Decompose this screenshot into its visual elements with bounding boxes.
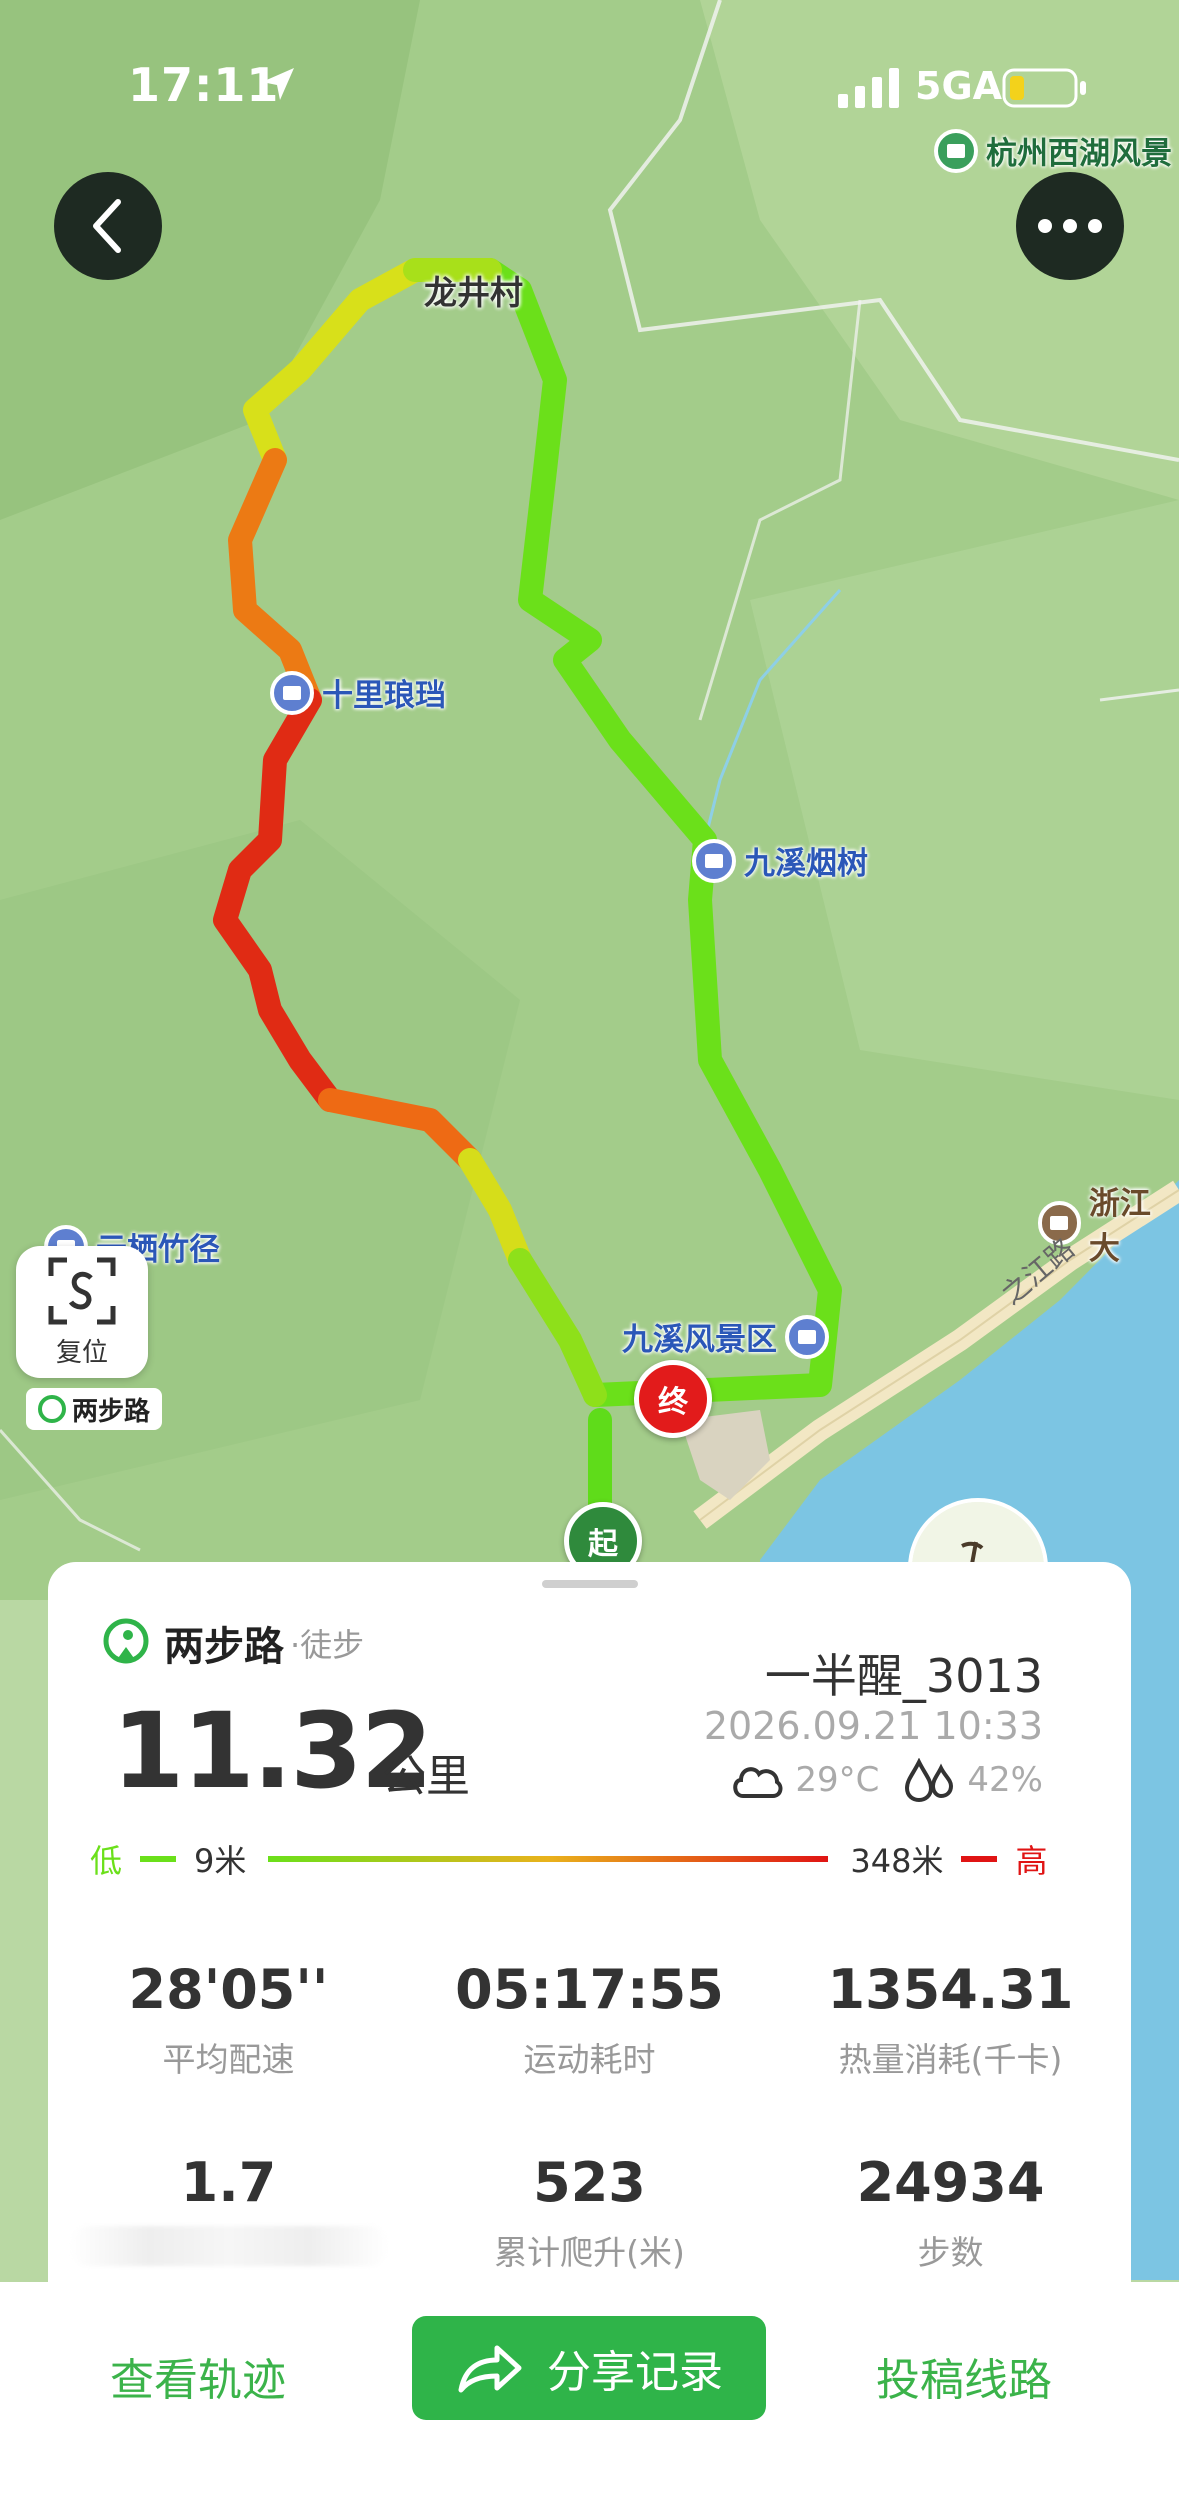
view-track-button[interactable]: 查看轨迹 [110, 2344, 286, 2408]
more-button[interactable] [1016, 172, 1124, 280]
poi-label: 浙江大 [1088, 1186, 1151, 1267]
stat-duration: 05:17:55 运动耗时 [409, 1958, 770, 2081]
share-record-button[interactable]: 分享记录 [412, 2316, 766, 2420]
poi-label: 杭州西湖风景 [986, 136, 1172, 172]
stat-label: 热量消耗(千卡) [838, 2040, 1063, 2079]
share-arrow-icon [458, 2345, 522, 2393]
elevation-gradient-bar [268, 1856, 829, 1862]
stat-label: 平均配速 [162, 2040, 295, 2079]
stats-row: 28'05'' 平均配速 05:17:55 运动耗时 1354.31 热量消耗(千卡) [48, 1958, 1131, 2081]
username: 一半醒_3013 [764, 1649, 1043, 1703]
stat-value: 24934 [856, 2151, 1045, 2214]
battery-icon [1002, 68, 1086, 108]
elevation-low-label: 低 [90, 1842, 123, 1880]
stat-blurred: 1.7 [48, 2151, 409, 2274]
stats-row: 1.7 523 累计爬升(米) 24934 步数 [48, 2151, 1131, 2274]
stat-avg-pace: 28'05'' 平均配速 [48, 1958, 409, 2081]
poi-label: 九溪风景区 [622, 1322, 777, 1358]
stat-label-blurred [68, 2226, 389, 2266]
stat-value: 05:17:55 [455, 1958, 724, 2021]
scenic-pin-icon [692, 838, 736, 883]
stat-steps: 24934 步数 [770, 2151, 1131, 2274]
elevation-min: 9米 [194, 1842, 247, 1880]
summary-card: 两步路 ·徒步 11.32 公里 一半醒_3013 2026.09.21 10:… [48, 1562, 1131, 2282]
village-label: 龙井村 [424, 273, 523, 312]
activity-type: ·徒步 [290, 1626, 365, 1664]
end-marker[interactable]: 终 [634, 1360, 712, 1438]
stat-label: 运动耗时 [523, 2040, 656, 2079]
weather-row: 29°C 42% [729, 1758, 1043, 1802]
humidity-icon [905, 1758, 954, 1802]
distance-unit: 公里 [382, 1751, 470, 1802]
activity-datetime: 2026.09.21 10:33 [703, 1704, 1043, 1748]
poi-west-lake[interactable]: 杭州西湖风景 [934, 128, 1172, 173]
elevation-legend: 低 9米 348米 高 [90, 1834, 1090, 1884]
brand-tag: 两步路 [26, 1388, 163, 1430]
cloud-icon [733, 1767, 783, 1798]
elevation-max: 348米 [850, 1842, 944, 1880]
poi-shili[interactable]: 十里琅珰 [270, 670, 446, 715]
stat-climb: 523 累计爬升(米) [409, 2151, 770, 2274]
temperature: 29°C [795, 1760, 880, 1800]
legend-high-dash [961, 1856, 998, 1862]
brand-logo-icon [38, 1395, 66, 1423]
reset-view-button[interactable]: 复位 [16, 1246, 148, 1378]
share-label: 分享记录 [547, 2347, 723, 2398]
stat-value: 1354.31 [827, 1958, 1074, 2021]
elevation-high-label: 高 [1015, 1842, 1048, 1880]
back-button[interactable] [54, 172, 162, 280]
poi-jiuxi-yanshu[interactable]: 九溪烟树 [692, 838, 868, 883]
bottom-action-bar: 查看轨迹 分享记录 投稿线路 [0, 2282, 1179, 2516]
legend-low-dash [140, 1856, 177, 1862]
poi-label: 九溪烟树 [744, 846, 868, 882]
scenic-pin-icon [785, 1314, 829, 1359]
stat-value: 28'05'' [128, 1958, 329, 2021]
status-time: 17:11 [128, 58, 280, 112]
brand-tag-label: 两步路 [72, 1396, 151, 1427]
poi-jiuxi-scenic[interactable]: 九溪风景区 [622, 1314, 829, 1359]
reset-location-icon [48, 1257, 116, 1324]
signal-icon [838, 68, 899, 108]
scenic-pin-icon [934, 128, 978, 173]
humidity: 42% [967, 1760, 1043, 1800]
app-brand: 两步路 ·徒步 [100, 1614, 364, 1672]
stat-label: 累计爬升(米) [494, 2233, 685, 2272]
stat-value: 523 [533, 2151, 646, 2214]
stat-calories: 1354.31 热量消耗(千卡) [770, 1958, 1131, 2081]
network-label: 5GA [915, 64, 1003, 108]
submit-route-button[interactable]: 投稿线路 [876, 2344, 1052, 2408]
drag-handle[interactable] [542, 1580, 638, 1588]
chevron-left-icon [93, 199, 121, 253]
location-arrow-icon [262, 68, 294, 100]
poi-label: 十里琅珰 [322, 678, 446, 714]
more-dots-icon [1038, 219, 1102, 233]
stats-grid: 28'05'' 平均配速 05:17:55 运动耗时 1354.31 热量消耗(千卡)… [48, 1958, 1131, 2274]
app-name: 两步路 [164, 1624, 284, 1670]
app-logo-icon [103, 1618, 149, 1664]
stat-value: 1.7 [180, 2151, 277, 2214]
stat-label: 步数 [917, 2233, 984, 2272]
reset-label: 复位 [55, 1337, 108, 1368]
scenic-pin-icon [270, 670, 314, 715]
